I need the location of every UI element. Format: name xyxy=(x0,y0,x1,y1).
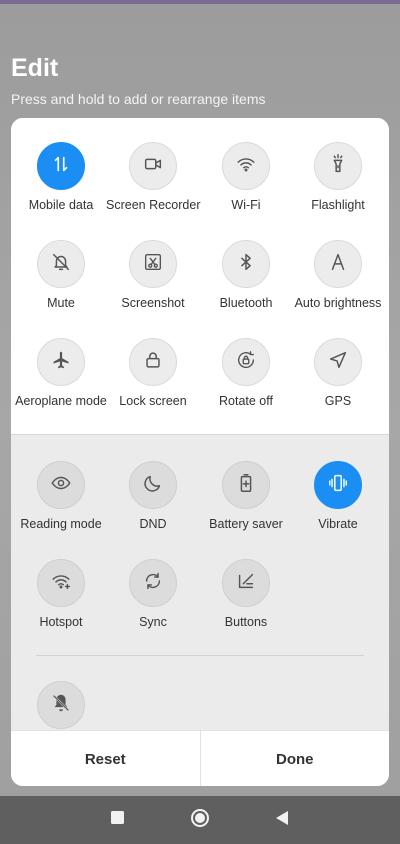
tile-mobile-data[interactable]: Mobile data xyxy=(14,142,108,212)
tile-label: GPS xyxy=(324,394,352,408)
tile-label: Sync xyxy=(139,615,167,629)
buttons-icon xyxy=(235,570,257,597)
flashlight-icon xyxy=(327,153,349,180)
tile-circle xyxy=(37,142,85,190)
reset-button[interactable]: Reset xyxy=(11,731,200,786)
bell-off-icon xyxy=(50,251,72,278)
tile-auto-brightness[interactable]: Auto brightness xyxy=(291,240,385,310)
tile-aeroplane-mode[interactable]: Aeroplane mode xyxy=(14,338,108,408)
tile-lock-screen[interactable]: Lock screen xyxy=(106,338,200,408)
tile-circle xyxy=(129,338,177,386)
tile-hotspot[interactable]: Hotspot xyxy=(14,559,108,629)
tile-circle xyxy=(129,461,177,509)
tile-sync[interactable]: Sync xyxy=(106,559,200,629)
tile-circle xyxy=(314,142,362,190)
tile-circle xyxy=(314,338,362,386)
tile-flashlight[interactable]: Flashlight xyxy=(291,142,385,212)
tile-dnd[interactable]: DND xyxy=(106,461,200,531)
tile-label: Lock screen xyxy=(119,394,187,408)
tile-notifications-off[interactable] xyxy=(14,681,108,729)
tile-circle xyxy=(129,240,177,288)
tile-circle xyxy=(129,559,177,607)
tile-bluetooth[interactable]: Bluetooth xyxy=(199,240,293,310)
tile-circle xyxy=(37,461,85,509)
tile-battery-saver[interactable]: Battery saver xyxy=(199,461,293,531)
tile-reading-mode[interactable]: Reading mode xyxy=(14,461,108,531)
vibrate-icon xyxy=(327,472,349,499)
wifi-icon xyxy=(235,153,257,180)
notification-off-icon xyxy=(50,692,72,719)
screenshot-scissors-icon xyxy=(142,251,164,278)
tile-circle xyxy=(222,338,270,386)
tile-label: Bluetooth xyxy=(219,296,273,310)
tile-circle xyxy=(314,240,362,288)
navigation-bar xyxy=(0,796,400,844)
tile-buttons[interactable]: Buttons xyxy=(199,559,293,629)
tile-circle xyxy=(37,240,85,288)
battery-plus-icon xyxy=(235,472,257,499)
tile-circle xyxy=(129,142,177,190)
tile-circle xyxy=(222,461,270,509)
hotspot-icon xyxy=(50,570,72,597)
tile-circle xyxy=(37,559,85,607)
tile-circle xyxy=(222,142,270,190)
rotate-lock-icon xyxy=(235,349,257,376)
square-icon xyxy=(110,811,124,829)
tile-label: Screen Recorder xyxy=(106,198,201,212)
tile-vibrate[interactable]: Vibrate xyxy=(291,461,385,531)
triangle-back-icon xyxy=(275,810,289,831)
tile-label: DND xyxy=(139,517,167,531)
tile-circle xyxy=(314,461,362,509)
tile-rotate-off[interactable]: Rotate off xyxy=(199,338,293,408)
lock-icon xyxy=(142,349,164,376)
tile-label: Mobile data xyxy=(28,198,94,212)
tile-circle xyxy=(37,338,85,386)
tile-screen-recorder[interactable]: Screen Recorder xyxy=(106,142,201,212)
tile-label: Battery saver xyxy=(209,517,283,531)
done-button[interactable]: Done xyxy=(199,731,390,786)
airplane-icon xyxy=(50,349,72,376)
available-tiles-section: Reading mode DND Battery saver Vibrate H… xyxy=(11,434,389,731)
moon-icon xyxy=(142,472,164,499)
circle-home-icon xyxy=(190,808,210,833)
bluetooth-icon xyxy=(235,251,257,278)
tile-label: Aeroplane mode xyxy=(15,394,107,408)
quick-settings-editor: Mobile data Screen Recorder Wi-Fi Flashl… xyxy=(11,118,389,786)
tile-screenshot[interactable]: Screenshot xyxy=(106,240,200,310)
tile-label: Flashlight xyxy=(311,198,365,212)
sync-icon xyxy=(142,570,164,597)
tile-label: Rotate off xyxy=(219,394,273,408)
section-divider xyxy=(36,655,364,656)
action-bar: Reset Done xyxy=(11,730,389,786)
tile-circle xyxy=(37,681,85,729)
tile-wifi[interactable]: Wi-Fi xyxy=(199,142,293,212)
back-button[interactable] xyxy=(272,810,292,830)
mobile-data-icon xyxy=(50,153,72,180)
page-subtitle: Press and hold to add or rearrange items xyxy=(11,91,266,107)
home-button[interactable] xyxy=(190,808,210,833)
tile-label: Buttons xyxy=(224,615,268,629)
tile-gps[interactable]: GPS xyxy=(291,338,385,408)
eye-icon xyxy=(50,472,72,499)
tile-label: Auto brightness xyxy=(294,296,382,310)
tile-circle xyxy=(222,240,270,288)
tile-label: Vibrate xyxy=(318,517,358,531)
tile-label: Wi-Fi xyxy=(231,198,261,212)
video-camera-icon xyxy=(142,153,164,180)
recents-button[interactable] xyxy=(107,810,127,830)
page-title: Edit xyxy=(11,54,59,82)
tile-label: Hotspot xyxy=(39,615,83,629)
letter-a-icon xyxy=(327,251,349,278)
tile-mute[interactable]: Mute xyxy=(14,240,108,310)
tile-label: Mute xyxy=(47,296,75,310)
active-tiles-section: Mobile data Screen Recorder Wi-Fi Flashl… xyxy=(11,118,389,434)
tile-circle xyxy=(222,559,270,607)
navigation-arrow-icon xyxy=(327,349,349,376)
tile-label: Screenshot xyxy=(121,296,185,310)
status-strip xyxy=(0,0,400,4)
tile-label: Reading mode xyxy=(20,517,102,531)
